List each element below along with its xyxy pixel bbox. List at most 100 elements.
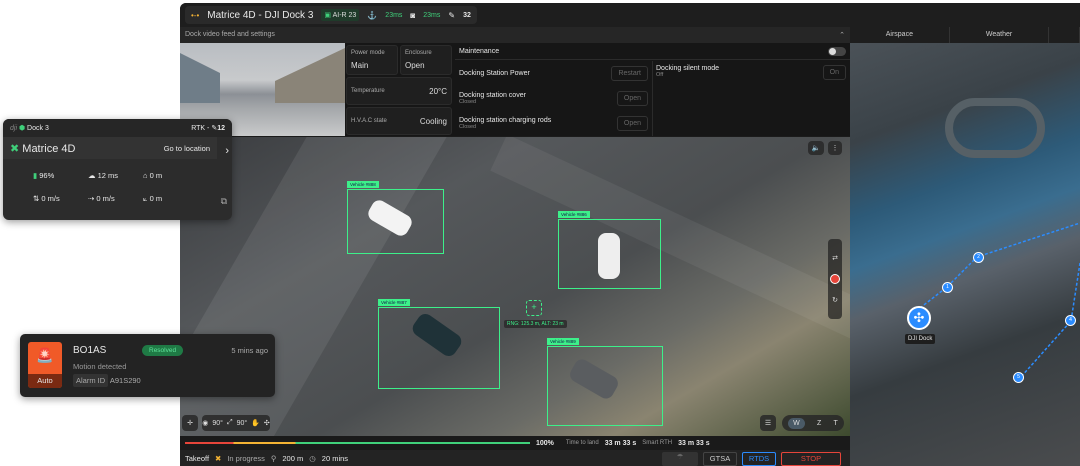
waypoint-marker[interactable]: 5 [1013, 372, 1024, 383]
hand-icon[interactable]: ✋ [251, 419, 260, 427]
drone-video-feed[interactable]: Vehicle #888 Vehicle #886 Vehicle #887 V… [180, 137, 850, 436]
smart-rth-label: Smart RTH [642, 440, 673, 446]
more-icon[interactable]: ⋮ [828, 141, 842, 155]
waypoint-marker[interactable]: 4 [1065, 315, 1076, 326]
vertical-speed: 0 m/s [41, 194, 60, 203]
chevron-right-icon[interactable]: › [225, 145, 229, 157]
time-to-land: 33 m 33 s [604, 439, 637, 447]
alarm-mode-badge: 🚨 Auto [28, 342, 62, 388]
maintenance-toggle[interactable] [828, 46, 846, 56]
dock-marker-label: DJI Dock [905, 334, 936, 344]
battery-icon: ▮ [33, 171, 38, 180]
alarm-id-label: Alarm ID [73, 374, 109, 387]
maintenance-panel: Maintenance Docking Station Power Restart… [455, 43, 850, 136]
alarm-title: BO1AS [73, 345, 107, 356]
latency-2: 23ms [423, 11, 441, 19]
height-icon: ⟀ [143, 194, 148, 203]
charging-rods-status: Closed [459, 124, 477, 130]
dock-marker-icon[interactable]: ✣ [907, 306, 931, 330]
alarm-card[interactable]: 🚨 Auto BO1AS Resolved 5 mins ago Motion … [20, 334, 275, 397]
drone-icon: ✖ [215, 453, 222, 463]
charging-rods-label: Docking station charging rods [459, 117, 552, 124]
ai-badge: ▣ AI-R 23 [321, 9, 360, 21]
satellite-count: 12 [217, 125, 225, 132]
detection-label: Vehicle #886 [558, 211, 590, 218]
alarm-id: A91S290 [109, 376, 141, 385]
detection-label: Vehicle #888 [347, 181, 379, 188]
gimbal-pitch-icon[interactable]: ◉ [202, 419, 208, 427]
detection-box[interactable]: Vehicle #886 [558, 211, 661, 289]
drone-icon[interactable]: ✣ [264, 419, 270, 427]
record-button[interactable] [830, 274, 840, 284]
zoom-wide[interactable]: W [788, 417, 805, 429]
silent-mode-status: Off [656, 72, 664, 78]
drone-status-card: dji ⬢ Dock 3 RTK - ✎12 ✖ Matrice 4D Go t… [3, 119, 232, 220]
power-mode-card: Power mode Main [346, 45, 398, 75]
flight-state: In progress [227, 453, 265, 463]
map-panel: Airspace Weather 1 2 4 5 ✣ DJI Dock [850, 27, 1080, 466]
detection-box[interactable]: Vehicle #889 [547, 338, 663, 426]
home-icon: ⌂ [143, 171, 148, 180]
ai-badge-label: AI-R 23 [332, 12, 357, 19]
detection-box[interactable]: Vehicle #888 [347, 181, 444, 254]
battery-level: 96% [39, 171, 55, 180]
satellite-icon: ✎ [448, 10, 456, 20]
home-distance: 0 m [149, 171, 163, 180]
adjust-icon[interactable]: ☰ [760, 415, 776, 431]
latency: 12 ms [97, 171, 119, 180]
tab-airspace[interactable]: Airspace [850, 27, 950, 43]
power-mode-value: Main [351, 61, 369, 70]
station-cover-label: Docking station cover [459, 92, 526, 99]
switch-camera-icon[interactable]: ↻ [832, 296, 838, 304]
waypoint-marker[interactable]: 1 [942, 282, 953, 293]
dock-panel-title: Dock video feed and settings [185, 31, 275, 38]
station-power-label: Docking Station Power [459, 70, 530, 77]
dock-panel-header[interactable]: Dock video feed and settings ⌃ [180, 27, 850, 43]
external-link-icon[interactable]: ⧉ [221, 196, 227, 207]
stop-button[interactable]: STOP [781, 452, 841, 466]
crosshair-icon: + [526, 300, 542, 316]
flight-route [919, 222, 1080, 379]
cloud-latency-icon: ☁ [88, 171, 96, 180]
clock-icon: ◷ [309, 453, 316, 463]
header: •-• Matrice 4D - DJI Dock 3 ▣ AI-R 23 ⚓ 2… [180, 3, 1080, 27]
silent-mode-label: Docking silent mode [656, 65, 720, 72]
zoom-zoom[interactable]: Z [817, 420, 821, 427]
collapse-icon[interactable]: ⌃ [839, 31, 845, 39]
open-cover-button[interactable]: Open [616, 91, 648, 106]
gtsa-button[interactable]: GTSA [703, 452, 737, 466]
rtds-button[interactable]: RTDS [742, 452, 776, 466]
gimbal-yaw-icon[interactable]: ⤢ [227, 419, 233, 427]
waypoint-marker[interactable]: 2 [973, 252, 984, 263]
gimbal-controls: ◉ 90° ⤢ 90° ✋ ✣ [202, 415, 270, 431]
settings-sliders-icon[interactable]: ⇄ [832, 254, 838, 262]
zoom-mode-selector: W Z T [782, 415, 844, 431]
power-mode-label: Power mode [351, 50, 385, 56]
alarm-time: 5 mins ago [231, 346, 268, 355]
recenter-icon[interactable]: ✛ [182, 415, 198, 431]
enclosure-card: Enclosure Open [400, 45, 452, 75]
flight-progress: 100% Time to land 33 m 33 s Smart RTH 33 m… [180, 436, 850, 450]
hvac-card: H.V.A.C state Cooling [346, 107, 452, 135]
tab-weather[interactable]: Weather [950, 27, 1050, 43]
latency-icon: ⚓ [367, 10, 378, 20]
smart-rth: 33 m 33 s [678, 439, 710, 447]
maintenance-label: Maintenance [459, 47, 500, 55]
satellite-map[interactable]: 1 2 4 5 ✣ DJI Dock [850, 43, 1080, 466]
speaker-icon[interactable]: 🔈 [808, 141, 824, 155]
temperature-card: Temperature 20°C [346, 77, 452, 105]
drone-selector[interactable]: •-• Matrice 4D - DJI Dock 3 ▣ AI-R 23 ⚓ 2… [185, 6, 477, 24]
parachute-button[interactable]: ☂ [662, 452, 698, 466]
status-dot-icon: •-• [191, 10, 200, 20]
horizontal-speed: 0 m/s [96, 194, 115, 203]
detection-box[interactable]: Vehicle #887 [378, 299, 500, 389]
go-to-location-button[interactable]: Go to location [164, 144, 210, 153]
restart-button[interactable]: Restart [611, 66, 648, 81]
zoom-tele[interactable]: T [834, 420, 838, 427]
vertical-speed-icon: ⇅ [33, 194, 40, 203]
drone-title: Matrice 4D - DJI Dock 3 [207, 9, 314, 21]
temperature-value: 20°C [429, 86, 447, 96]
silent-mode-on-button[interactable]: On [822, 65, 846, 80]
open-rods-button[interactable]: Open [616, 116, 648, 131]
station-cover-status: Closed [459, 99, 477, 105]
